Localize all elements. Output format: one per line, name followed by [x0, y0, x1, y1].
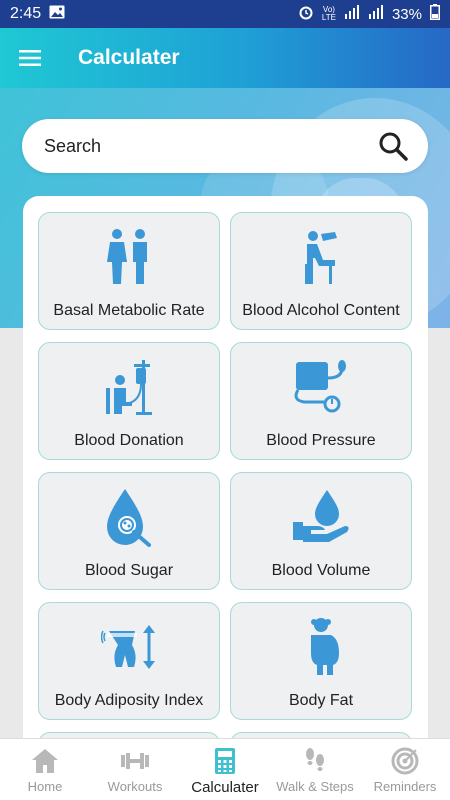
blood-sugar-drop-icon	[89, 485, 169, 549]
drinking-person-icon	[281, 225, 361, 289]
tile-blood-donation[interactable]: Blood Donation	[38, 342, 220, 460]
battery-percent: 33%	[391, 5, 422, 23]
signal-icon-2	[368, 5, 384, 23]
hamburger-menu-icon	[19, 49, 41, 67]
menu-button[interactable]	[0, 28, 60, 88]
calculator-panel: Basal Metabolic Rate Blood Alcohol Conte…	[23, 196, 428, 756]
tile-blood-pressure[interactable]: Blood Pressure	[230, 342, 412, 460]
blood-donation-icon	[89, 355, 169, 419]
nav-label: Home	[27, 779, 63, 794]
nav-reminders[interactable]: Reminders	[360, 739, 450, 800]
tile-blood-sugar[interactable]: Blood Sugar	[38, 472, 220, 590]
footsteps-icon	[304, 747, 326, 775]
home-icon	[31, 747, 59, 775]
status-time: 2:45	[10, 5, 42, 22]
search-icon[interactable]	[376, 129, 410, 163]
dumbbell-icon	[120, 747, 150, 775]
tile-body-fat[interactable]: Body Fat	[230, 602, 412, 720]
status-bar: 2:45 Vo) LTE 33%	[0, 0, 450, 28]
blood-pressure-icon	[281, 355, 361, 419]
tile-label: Blood Sugar	[84, 562, 174, 579]
nav-label: Walk & Steps	[276, 779, 354, 794]
nav-calculater[interactable]: Calculater	[180, 739, 270, 800]
calculator-icon	[214, 747, 236, 775]
blood-volume-hand-icon	[281, 485, 361, 549]
nav-label: Calculater	[191, 779, 259, 796]
gallery-icon	[49, 5, 65, 24]
search-input[interactable]	[44, 135, 376, 157]
tile-basal-metabolic-rate[interactable]: Basal Metabolic Rate	[38, 212, 220, 330]
target-icon	[391, 747, 419, 775]
tile-label: Body Fat	[288, 692, 354, 709]
nav-label: Workouts	[107, 779, 163, 794]
body-fat-icon	[281, 615, 361, 679]
tile-body-adiposity-index[interactable]: Body Adiposity Index	[38, 602, 220, 720]
app-bar: Calculater	[0, 28, 450, 88]
tile-label: Blood Pressure	[266, 432, 376, 449]
nav-home[interactable]: Home	[0, 739, 90, 800]
waist-measure-icon	[89, 615, 169, 679]
signal-icon	[344, 5, 360, 23]
bottom-nav: Home Workouts Calculater Walk & Steps Re…	[0, 738, 450, 800]
tile-blood-volume[interactable]: Blood Volume	[230, 472, 412, 590]
nav-walk-steps[interactable]: Walk & Steps	[270, 739, 360, 800]
tile-label: Blood Alcohol Content	[242, 302, 400, 319]
alarm-icon	[298, 4, 314, 24]
tile-label: Blood Volume	[271, 562, 371, 579]
tile-label: Blood Donation	[74, 432, 184, 449]
battery-icon	[430, 4, 440, 24]
people-icon	[89, 225, 169, 289]
page-title: Calculater	[78, 46, 180, 69]
tile-blood-alcohol-content[interactable]: Blood Alcohol Content	[230, 212, 412, 330]
tile-label: Body Adiposity Index	[54, 692, 204, 709]
lte-icon: Vo) LTE	[321, 5, 336, 22]
search-bar	[22, 119, 428, 173]
nav-workouts[interactable]: Workouts	[90, 739, 180, 800]
tile-label: Basal Metabolic Rate	[53, 302, 205, 319]
nav-label: Reminders	[373, 779, 437, 794]
